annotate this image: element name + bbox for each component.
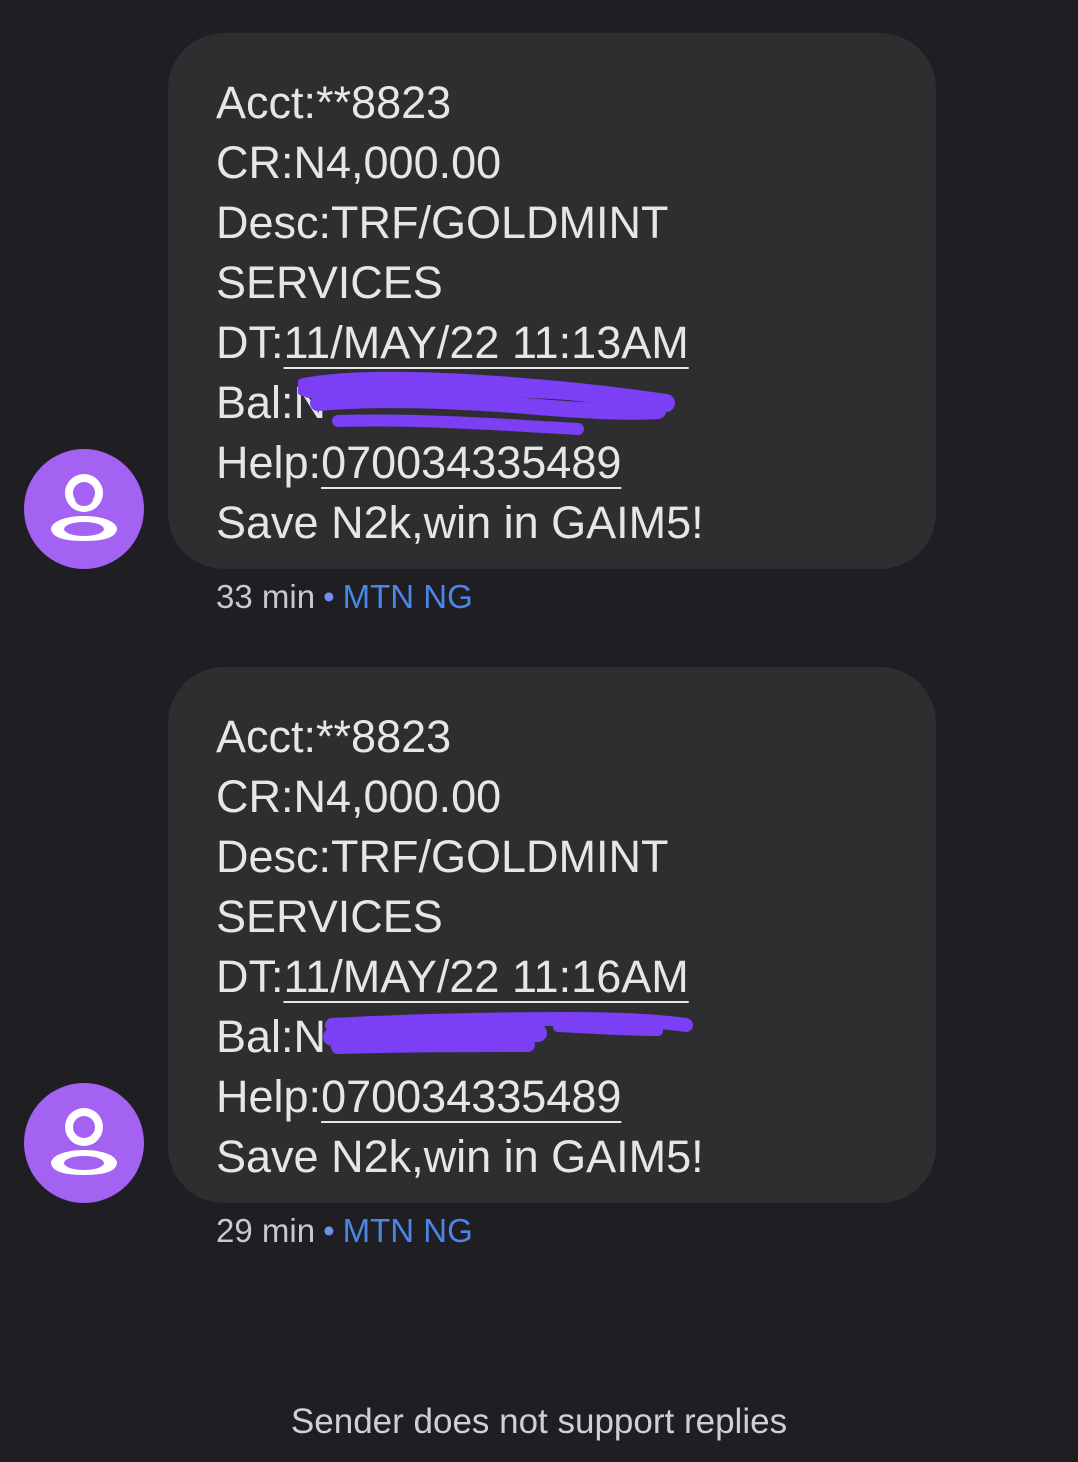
date-line: DT:11/MAY/22 11:13AM [216,313,888,373]
message-time: 33 min [216,578,316,615]
date-prefix: DT: [216,951,284,1002]
date-prefix: DT: [216,317,284,368]
account-line: Acct:**8823 [216,711,452,762]
help-line: Help:07003433548​9 [216,1067,888,1127]
person-icon [51,474,117,541]
description-continued-line: SERVICES [216,891,443,942]
description-continued-line: SERVICES [216,257,443,308]
person-icon [51,1108,117,1175]
sender-name[interactable]: MTN NG [343,1212,473,1249]
description-line: Desc:TRF/GOLDMINT [216,197,669,248]
help-line: Help:07003433548​9 [216,433,888,493]
date-link[interactable]: 11/MAY/22 11:13AM [284,317,689,368]
balance-prefix: Bal:N [216,1011,327,1062]
message-meta: 33 min • MTN NG [216,577,473,617]
sender-name[interactable]: MTN NG [343,578,473,615]
account-line: Acct:**8823 [216,77,452,128]
credit-line: CR:N4,000.00 [216,137,502,188]
phone-link[interactable]: 07003433548​9 [321,437,621,488]
message-thread: Acct:**8823 CR:N4,000.00 Desc:TRF/GOLDMI… [0,0,1078,1462]
credit-line: CR:N4,000.00 [216,771,502,822]
sender-avatar[interactable] [24,449,144,569]
message-bubble[interactable]: Acct:**8823 CR:N4,000.00 Desc:TRF/GOLDMI… [168,667,936,1203]
help-prefix: Help: [216,1071,322,1122]
help-prefix: Help: [216,437,322,488]
description-line: Desc:TRF/GOLDMINT [216,831,669,882]
reply-disabled-notice: Sender does not support replies [290,1402,788,1441]
promo-line: Save N2k,win in GAIM5! [216,1131,704,1182]
balance-prefix: Bal:N [216,377,327,428]
message-meta: 29 min • MTN NG [216,1211,473,1251]
sender-avatar[interactable] [24,1083,144,1203]
balance-line: Bal:N [216,373,888,433]
date-link[interactable]: 11/MAY/22 11:16AM [284,951,689,1002]
balance-line: Bal:N [216,1007,888,1067]
promo-line: Save N2k,win in GAIM5! [216,497,704,548]
meta-separator: • [323,578,335,615]
message-bubble[interactable]: Acct:**8823 CR:N4,000.00 Desc:TRF/GOLDMI… [168,33,936,569]
message-time: 29 min [216,1212,316,1249]
phone-link[interactable]: 07003433548​9 [321,1071,621,1122]
meta-separator: • [323,1212,335,1249]
date-line: DT:11/MAY/22 11:16AM [216,947,888,1007]
